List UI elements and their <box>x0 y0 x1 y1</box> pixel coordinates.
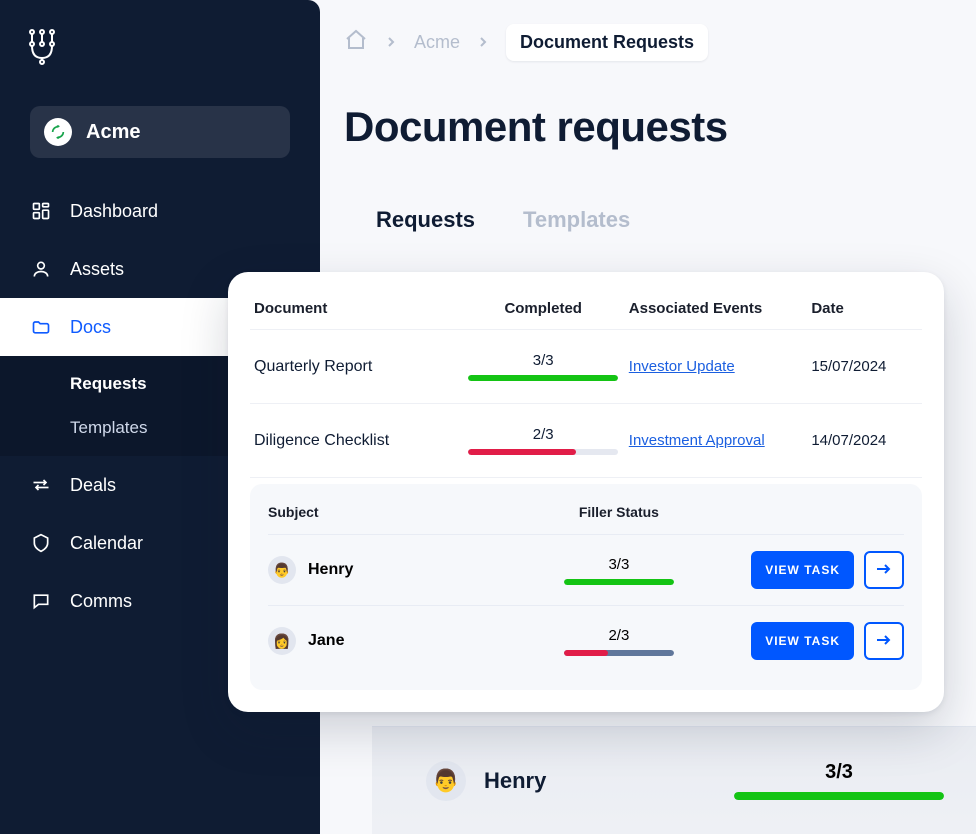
nav-item-dashboard[interactable]: Dashboard <box>0 182 320 240</box>
view-task-button[interactable]: VIEW TASK <box>751 551 854 589</box>
tab-requests[interactable]: Requests <box>376 207 475 233</box>
nav-label: Assets <box>70 259 124 280</box>
org-selector[interactable]: Acme <box>30 106 290 158</box>
nav-label: Deals <box>70 475 116 496</box>
nav-label: Docs <box>70 317 111 338</box>
filler-row: 👨 Henry 3/3 VIEW TASK <box>268 535 904 606</box>
home-icon[interactable] <box>344 28 368 57</box>
col-completed: Completed <box>466 300 621 317</box>
row-date: 14/07/2024 <box>811 432 918 449</box>
page-title: Document requests <box>344 103 976 151</box>
open-button[interactable] <box>864 622 904 660</box>
completed-label: 2/3 <box>533 426 554 443</box>
fillers-panel: Subject Filler Status 👨 Henry 3/3 VIEW T… <box>250 484 922 690</box>
col-document: Document <box>254 300 458 317</box>
progress-bar <box>564 650 674 656</box>
breadcrumb-item[interactable]: Acme <box>414 32 460 53</box>
docs-icon <box>30 316 52 338</box>
open-button[interactable] <box>864 551 904 589</box>
calendar-icon <box>30 532 52 554</box>
background-expanded-row: 👨 Henry 3/3 <box>372 726 976 834</box>
progress-bar <box>734 792 944 800</box>
nav-label: Dashboard <box>70 201 158 222</box>
avatar: 👨 <box>268 556 296 584</box>
org-name: Acme <box>86 121 140 144</box>
doc-name: Diligence Checklist <box>254 432 458 450</box>
bg-filler-label: 3/3 <box>825 761 853 784</box>
table-row[interactable]: Quarterly Report 3/3 Investor Update 15/… <box>250 330 922 404</box>
arrow-right-icon <box>875 633 893 650</box>
app-logo <box>28 28 320 72</box>
associated-event-link[interactable]: Investor Update <box>629 358 804 375</box>
subject-name: Henry <box>308 561 353 579</box>
col-date: Date <box>811 300 918 317</box>
assets-icon <box>30 258 52 280</box>
doc-name: Quarterly Report <box>254 358 458 376</box>
nav-label: Comms <box>70 591 132 612</box>
chevron-right-icon <box>386 35 396 51</box>
progress-bar <box>564 579 674 585</box>
progress-bar <box>468 375 618 381</box>
content-tabs: Requests Templates <box>376 207 976 233</box>
org-badge-icon <box>44 118 72 146</box>
avatar: 👨 <box>426 761 466 801</box>
filler-row: 👩 Jane 2/3 VIEW TASK <box>268 606 904 676</box>
subcol-filler: Filler Status <box>509 504 728 520</box>
arrow-right-icon <box>875 562 893 579</box>
breadcrumb-item-current: Document Requests <box>506 24 708 61</box>
tab-templates[interactable]: Templates <box>523 207 630 233</box>
subject-name: Jane <box>308 632 344 650</box>
chevron-right-icon <box>478 35 488 51</box>
breadcrumb: Acme Document Requests <box>344 24 976 61</box>
subcol-subject: Subject <box>268 504 509 520</box>
associated-event-link[interactable]: Investment Approval <box>629 432 804 449</box>
nav-label: Calendar <box>70 533 143 554</box>
view-task-button[interactable]: VIEW TASK <box>751 622 854 660</box>
table-header: Document Completed Associated Events Dat… <box>250 294 922 330</box>
filler-label: 2/3 <box>608 627 629 644</box>
col-associated: Associated Events <box>629 300 804 317</box>
filler-label: 3/3 <box>608 556 629 573</box>
avatar: 👩 <box>268 627 296 655</box>
dashboard-icon <box>30 200 52 222</box>
progress-bar <box>468 449 618 455</box>
deals-icon <box>30 474 52 496</box>
table-row[interactable]: Diligence Checklist 2/3 Investment Appro… <box>250 404 922 478</box>
requests-card: Document Completed Associated Events Dat… <box>228 272 944 712</box>
completed-label: 3/3 <box>533 352 554 369</box>
bg-subject-name: Henry <box>484 768 546 794</box>
comms-icon <box>30 590 52 612</box>
row-date: 15/07/2024 <box>811 358 918 375</box>
